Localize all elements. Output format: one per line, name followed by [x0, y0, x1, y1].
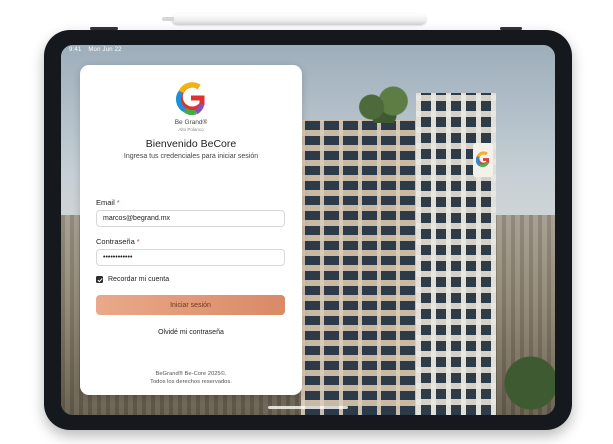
brand-registered: ® — [202, 119, 208, 126]
required-mark: * — [116, 198, 120, 207]
building-front — [301, 120, 416, 415]
building-logo-sign — [473, 143, 493, 177]
rooftop-trees — [353, 83, 415, 123]
screen: 9:41 Mon Jun 22 Be Grand® Alto Polanco B… — [61, 45, 555, 415]
status-date: Mon Jun 22 — [88, 47, 122, 53]
email-label-text: Email — [96, 198, 115, 207]
footer-rights: Todos los derechos reservados. — [150, 379, 232, 385]
forgot-password-link[interactable]: Olvidé mi contraseña — [80, 329, 302, 336]
email-field[interactable] — [96, 210, 285, 227]
check-icon — [97, 277, 103, 282]
home-indicator — [268, 406, 348, 409]
tree-foliage — [501, 335, 555, 415]
required-mark: * — [136, 237, 140, 246]
status-time: 9:41 — [69, 47, 82, 53]
status-bar: 9:41 Mon Jun 22 — [69, 47, 127, 53]
footer: BeGrand® Be-Core 2025©. Todos los derech… — [80, 370, 302, 386]
login-button[interactable]: Iniciar sesión — [96, 295, 285, 315]
building-side — [416, 93, 496, 415]
remember-checkbox[interactable] — [96, 276, 103, 283]
remember-label: Recordar mi cuenta — [108, 276, 170, 283]
login-card: Be Grand® Alto Polanco Bienvenido BeCore… — [80, 65, 302, 395]
page-title: Bienvenido BeCore — [145, 138, 237, 150]
email-label: Email * — [96, 198, 120, 207]
apple-pencil — [162, 14, 426, 24]
page-subtitle: Ingresa tus credenciales para iniciar se… — [123, 153, 259, 160]
ipad-frame: 9:41 Mon Jun 22 Be Grand® Alto Polanco B… — [44, 30, 572, 430]
remember-me[interactable]: Recordar mi cuenta — [96, 276, 169, 283]
password-field[interactable] — [96, 249, 285, 266]
begrand-logo-icon — [176, 82, 205, 116]
brand-title: Be Grand — [174, 119, 203, 126]
brand-name: Be Grand® Alto Polanco — [80, 119, 302, 133]
building-logo-icon — [476, 151, 490, 168]
footer-copyright: BeGrand® Be-Core 2025©. — [155, 371, 227, 377]
password-label-text: Contraseña — [96, 237, 135, 246]
password-label: Contraseña * — [96, 237, 140, 246]
brand-location: Alto Polanco — [178, 127, 204, 132]
